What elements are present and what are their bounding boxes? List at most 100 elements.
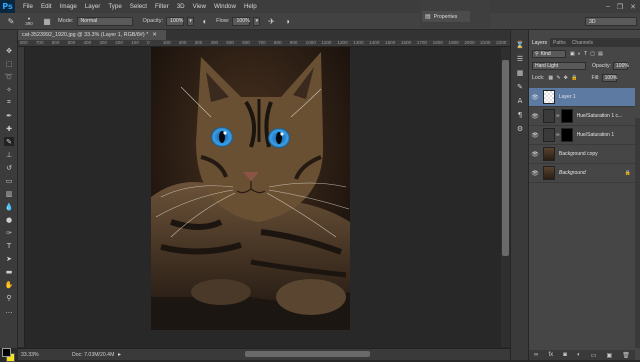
close-icon[interactable]: ✕ bbox=[630, 3, 636, 11]
visibility-eye-icon[interactable]: 👁 bbox=[529, 170, 541, 177]
cat-photo[interactable] bbox=[151, 47, 350, 330]
new-adjustment-icon[interactable]: ◐ bbox=[577, 352, 581, 358]
brush-presets-panel-icon[interactable]: ✎ bbox=[515, 82, 525, 91]
layer-row[interactable]: 👁 Background 🔒 bbox=[529, 164, 635, 183]
menu-window[interactable]: Window bbox=[214, 3, 236, 10]
layer-row[interactable]: 👁 ∞ Hue/Saturation 1 c... bbox=[529, 107, 635, 126]
swatches-panel-icon[interactable]: ▦ bbox=[515, 68, 525, 77]
visibility-eye-icon[interactable]: 👁 bbox=[529, 94, 541, 101]
gradient-tool-icon[interactable]: ▥ bbox=[4, 189, 14, 198]
layer-opacity-field[interactable]: 100% bbox=[613, 62, 629, 70]
tab-layers[interactable]: Layers bbox=[529, 38, 551, 47]
brush-panel-icon[interactable]: ▦ bbox=[42, 16, 52, 26]
layer-row[interactable]: 👁 Background copy bbox=[529, 145, 635, 164]
character-panel-icon[interactable]: A bbox=[515, 96, 525, 105]
layers-scrollbar[interactable] bbox=[635, 118, 640, 348]
layer-row[interactable]: 👁 ∞ Hue/Saturation 1 bbox=[529, 126, 635, 145]
pen-tool-icon[interactable]: ✑ bbox=[4, 228, 14, 237]
marquee-tool-icon[interactable]: ⬚ bbox=[4, 59, 14, 68]
lock-all-icon[interactable]: 🔒 bbox=[571, 75, 577, 81]
tool-presets-panel-icon[interactable]: ⚙ bbox=[515, 124, 525, 133]
history-brush-tool-icon[interactable]: ↺ bbox=[4, 163, 14, 172]
clone-stamp-tool-icon[interactable]: ⊥ bbox=[4, 150, 14, 159]
visibility-eye-icon[interactable]: 👁 bbox=[529, 151, 541, 158]
menu-help[interactable]: Help bbox=[244, 3, 257, 10]
filter-type-icon[interactable]: T bbox=[584, 51, 587, 57]
menu-select[interactable]: Select bbox=[130, 3, 147, 10]
zoom-tool-icon[interactable]: ⚲ bbox=[4, 293, 14, 302]
pressure-size-icon[interactable]: ◑ bbox=[282, 16, 292, 26]
fill-field[interactable]: 100% bbox=[601, 74, 617, 82]
brush-tool-icon[interactable]: ✎ bbox=[4, 137, 14, 146]
ruler-tick-label: 1200 bbox=[337, 40, 348, 45]
properties-button[interactable]: ▤ Properties bbox=[422, 11, 470, 22]
new-group-icon[interactable]: ▭ bbox=[591, 352, 597, 359]
menu-3d[interactable]: 3D bbox=[177, 3, 185, 10]
crop-tool-icon[interactable]: ⌗ bbox=[4, 98, 14, 107]
move-tool-icon[interactable]: ✥ bbox=[4, 46, 14, 55]
brush-preset-picker[interactable]: ● 390 bbox=[22, 16, 36, 26]
flow-dropdown-icon[interactable]: ▾ bbox=[253, 16, 261, 26]
visibility-eye-icon[interactable]: 👁 bbox=[529, 113, 541, 120]
visibility-eye-icon[interactable]: 👁 bbox=[529, 132, 541, 139]
filter-smart-icon[interactable]: ▤ bbox=[598, 51, 603, 57]
type-tool-icon[interactable]: T bbox=[4, 241, 14, 250]
layers-footer: ∞ fx ◙ ◐ ▭ ▣ 🗑 bbox=[529, 350, 635, 360]
link-layers-icon[interactable]: ∞ bbox=[534, 352, 538, 358]
opacity-field[interactable]: 100% bbox=[166, 16, 185, 26]
opacity-dropdown-icon[interactable]: ▾ bbox=[187, 16, 195, 26]
tab-channels[interactable]: Channels bbox=[569, 38, 596, 47]
pressure-opacity-icon[interactable]: ◐ bbox=[200, 16, 210, 26]
dodge-tool-icon[interactable]: ● bbox=[4, 215, 14, 224]
blend-mode-value: Hard Light bbox=[535, 63, 559, 69]
restore-icon[interactable]: ❐ bbox=[617, 3, 623, 11]
close-tab-icon[interactable]: ✕ bbox=[152, 32, 157, 38]
foreground-color-swatch[interactable] bbox=[2, 348, 11, 357]
document-tab[interactable]: cat-3523992_1920.jpg @ 33.3% (Layer 1, R… bbox=[18, 30, 166, 40]
paragraph-panel-icon[interactable]: ¶ bbox=[515, 110, 525, 119]
airbrush-icon[interactable]: ✈ bbox=[266, 16, 276, 26]
history-panel-icon[interactable]: ⌛ bbox=[515, 40, 525, 49]
workspace-dropdown[interactable]: 3D bbox=[585, 17, 637, 26]
blend-mode-dropdown[interactable]: Hard Light bbox=[532, 62, 586, 70]
blur-tool-icon[interactable]: 💧 bbox=[4, 202, 14, 211]
menu-view[interactable]: View bbox=[193, 3, 206, 10]
eyedropper-tool-icon[interactable]: ✒ bbox=[4, 111, 14, 120]
menu-image[interactable]: Image bbox=[60, 3, 77, 10]
minimize-icon[interactable]: – bbox=[606, 3, 610, 10]
filter-pixel-icon[interactable]: ▣ bbox=[570, 51, 575, 57]
horizontal-scrollbar-thumb[interactable] bbox=[245, 351, 370, 357]
menu-type[interactable]: Type bbox=[108, 3, 121, 10]
menu-file[interactable]: File bbox=[23, 3, 33, 10]
menu-layer[interactable]: Layer bbox=[85, 3, 100, 10]
more-tools-icon[interactable]: … bbox=[4, 306, 14, 315]
path-selection-tool-icon[interactable]: ➤ bbox=[4, 254, 14, 263]
add-mask-icon[interactable]: ◙ bbox=[563, 352, 567, 358]
tab-paths[interactable]: Paths bbox=[550, 38, 569, 47]
flow-field[interactable]: 100% bbox=[232, 16, 251, 26]
lock-transparent-icon[interactable]: ▦ bbox=[548, 75, 553, 81]
lock-pixels-icon[interactable]: ✎ bbox=[556, 75, 560, 81]
filter-kind-dropdown[interactable]: ⚲ Kind bbox=[532, 50, 566, 58]
menu-filter[interactable]: Filter bbox=[155, 3, 169, 10]
hand-tool-icon[interactable]: ✋ bbox=[4, 280, 14, 289]
quick-select-tool-icon[interactable]: ✧ bbox=[4, 85, 14, 94]
lasso-tool-icon[interactable]: ➰ bbox=[4, 72, 14, 81]
filter-shape-icon[interactable]: ▢ bbox=[590, 51, 595, 57]
eraser-tool-icon[interactable]: ▭ bbox=[4, 176, 14, 185]
adjustments-panel-icon[interactable]: ☰ bbox=[515, 54, 525, 63]
layer-row[interactable]: 👁 Layer 1 bbox=[529, 88, 635, 107]
layer-style-icon[interactable]: fx bbox=[548, 352, 553, 358]
new-layer-icon[interactable]: ▣ bbox=[606, 352, 612, 359]
filter-adjustment-icon[interactable]: ◐ bbox=[578, 51, 581, 57]
menu-edit[interactable]: Edit bbox=[41, 3, 52, 10]
healing-brush-tool-icon[interactable]: ✚ bbox=[4, 124, 14, 133]
brush-tool-icon[interactable]: ✎ bbox=[6, 16, 16, 26]
delete-layer-icon[interactable]: 🗑 bbox=[622, 352, 630, 359]
shape-tool-icon[interactable]: ▬ bbox=[4, 267, 14, 276]
zoom-level[interactable]: 33.33% bbox=[21, 352, 39, 358]
status-menu-arrow-icon[interactable]: ▸ bbox=[118, 351, 121, 358]
mode-dropdown[interactable]: Normal bbox=[76, 16, 133, 26]
vertical-scrollbar-thumb[interactable] bbox=[502, 60, 509, 256]
lock-position-icon[interactable]: ✥ bbox=[564, 75, 568, 81]
